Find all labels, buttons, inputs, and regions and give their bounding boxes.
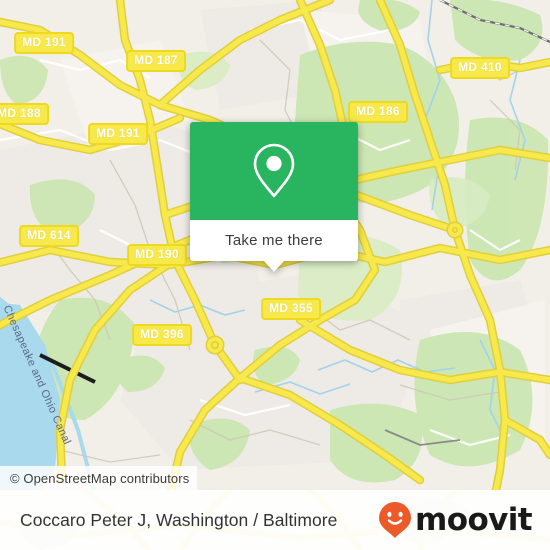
- road-shield: MD 410: [450, 57, 510, 79]
- moovit-pin-smile-icon: [379, 502, 412, 538]
- road-shield: MD 191: [14, 32, 74, 54]
- take-me-there-button[interactable]: Take me there: [190, 220, 358, 272]
- footer-bar: Coccaro Peter J, Washington / Baltimore …: [0, 490, 550, 550]
- map-pin-icon: [253, 143, 295, 198]
- map-screen: MD 191 MD 187 MD 410 MD 188 MD 186 MD 19…: [0, 0, 550, 550]
- road-shield: MD 396: [132, 324, 192, 346]
- moovit-wordmark: moovit: [415, 501, 533, 538]
- road-shield: MD 187: [126, 50, 186, 72]
- place-callout[interactable]: Take me there: [190, 122, 358, 272]
- map-canvas[interactable]: MD 191 MD 187 MD 410 MD 188 MD 186 MD 19…: [0, 0, 550, 495]
- take-me-there-label: Take me there: [225, 232, 323, 249]
- map-attribution[interactable]: © OpenStreetMap contributors: [0, 466, 198, 490]
- road-shield: MD 191: [88, 123, 148, 145]
- callout-image-area: [190, 122, 358, 220]
- road-shield: MD 355: [261, 298, 321, 320]
- road-shield: MD 186: [348, 101, 408, 123]
- attribution-text: © OpenStreetMap contributors: [10, 470, 190, 486]
- callout-pointer: [263, 260, 285, 272]
- road-shield: MD 614: [19, 225, 79, 247]
- moovit-logo[interactable]: moovit: [378, 501, 533, 539]
- place-title: Coccaro Peter J, Washington / Baltimore: [20, 509, 338, 530]
- road-shield: MD 188: [0, 103, 49, 125]
- road-shield: MD 190: [127, 244, 187, 266]
